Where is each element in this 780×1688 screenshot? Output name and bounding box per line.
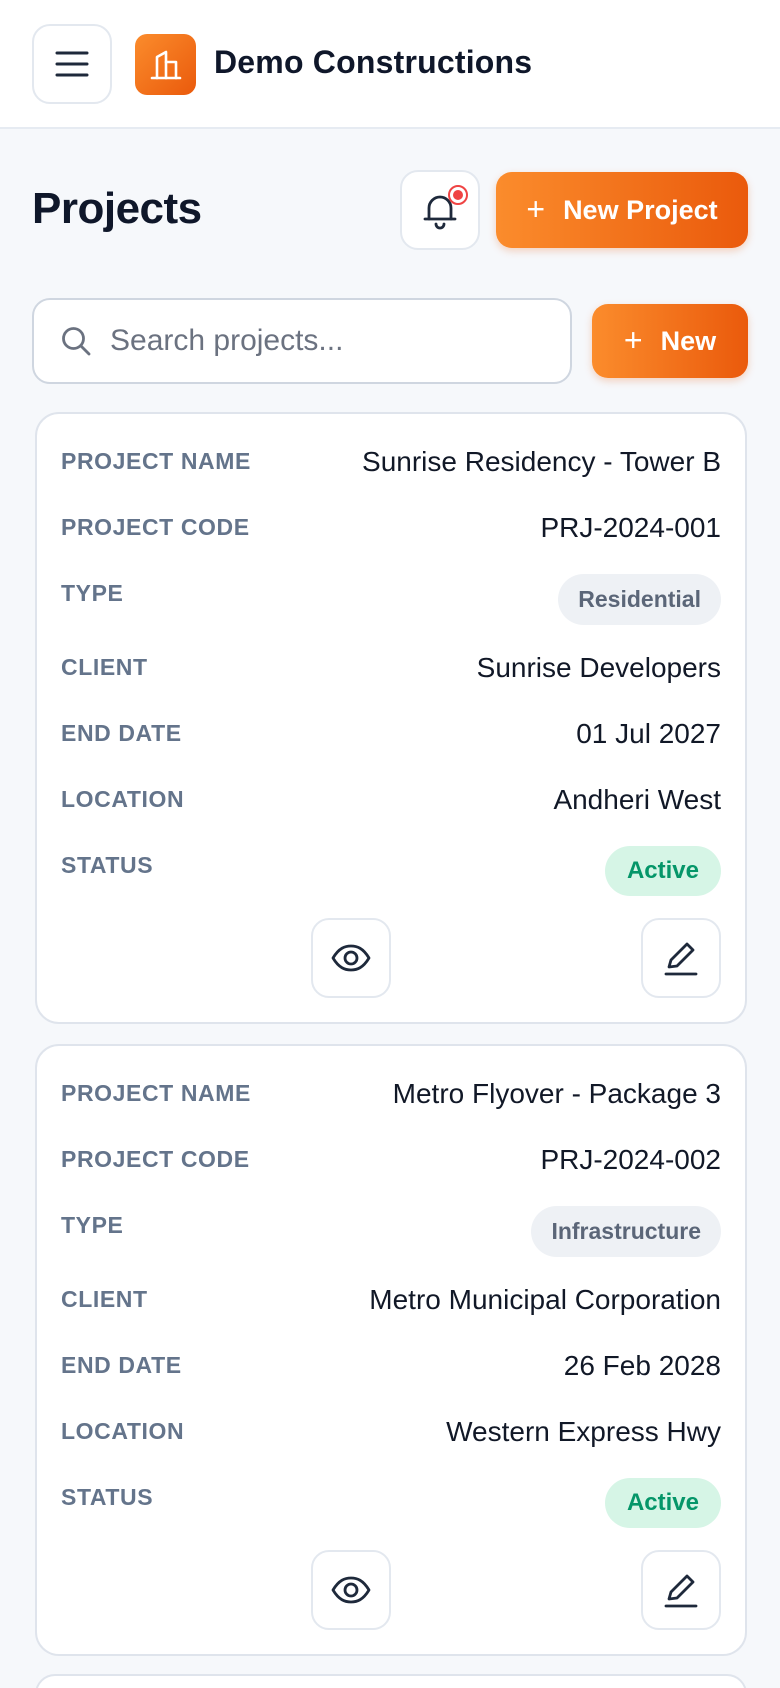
project-name-row: PROJECT NAME Sunrise Residency - Tower B bbox=[61, 446, 721, 478]
status-badge: Active bbox=[604, 846, 721, 896]
company-name: Demo Constructions bbox=[214, 44, 533, 80]
project-code-row: PROJECT CODE PRJ-2024-001 bbox=[61, 512, 721, 544]
end-date-value: 26 Feb 2028 bbox=[563, 1350, 721, 1381]
status-badge: Active bbox=[604, 1478, 721, 1528]
pencil-icon bbox=[663, 1571, 699, 1609]
hamburger-icon bbox=[55, 49, 89, 79]
location-label: LOCATION bbox=[61, 786, 185, 812]
new-project-label: New Project bbox=[563, 194, 718, 225]
pencil-icon bbox=[663, 939, 699, 977]
view-button[interactable] bbox=[311, 918, 391, 998]
view-button[interactable] bbox=[311, 1550, 391, 1630]
project-card: PROJECT NAME Sunrise Residency - Tower B… bbox=[35, 412, 747, 1024]
client-value: Sunrise Developers bbox=[476, 652, 721, 683]
project-card bbox=[35, 1674, 747, 1688]
search-box[interactable] bbox=[32, 298, 572, 384]
client-value: Metro Municipal Corporation bbox=[369, 1284, 721, 1315]
client-label: CLIENT bbox=[61, 654, 148, 680]
notifications-button[interactable] bbox=[400, 170, 480, 250]
plus-icon: + bbox=[526, 190, 546, 227]
project-code-label: PROJECT CODE bbox=[61, 514, 250, 540]
project-code-value: PRJ-2024-002 bbox=[540, 1144, 721, 1175]
edit-button[interactable] bbox=[641, 918, 721, 998]
project-code-row: PROJECT CODE PRJ-2024-002 bbox=[61, 1144, 721, 1176]
status-label: STATUS bbox=[61, 1484, 154, 1510]
page-title: Projects bbox=[32, 184, 202, 233]
type-badge: Residential bbox=[558, 574, 721, 625]
client-row: CLIENT Metro Municipal Corporation bbox=[61, 1284, 721, 1316]
plus-icon: + bbox=[623, 321, 643, 358]
project-name-label: PROJECT NAME bbox=[61, 448, 251, 474]
type-label: TYPE bbox=[61, 1212, 124, 1238]
project-name-value: Sunrise Residency - Tower B bbox=[362, 446, 721, 477]
project-name-value: Metro Flyover - Package 3 bbox=[392, 1078, 721, 1109]
project-card: PROJECT NAME Metro Flyover - Package 3 P… bbox=[35, 1044, 747, 1656]
new-project-button[interactable]: + New Project bbox=[496, 172, 748, 248]
building-icon bbox=[149, 49, 183, 81]
search-input[interactable] bbox=[110, 324, 530, 358]
client-label: CLIENT bbox=[61, 1286, 148, 1312]
status-row: STATUS Active bbox=[61, 1478, 721, 1528]
company-logo bbox=[135, 34, 196, 95]
edit-button[interactable] bbox=[641, 1550, 721, 1630]
end-date-label: END DATE bbox=[61, 720, 182, 746]
status-label: STATUS bbox=[61, 852, 154, 878]
project-name-label: PROJECT NAME bbox=[61, 1080, 251, 1106]
project-name-row: PROJECT NAME Metro Flyover - Package 3 bbox=[61, 1078, 721, 1110]
top-bar: Demo Constructions bbox=[0, 0, 780, 129]
new-button[interactable]: + New bbox=[592, 304, 748, 378]
location-label: LOCATION bbox=[61, 1418, 185, 1444]
location-row: LOCATION Western Express Hwy bbox=[61, 1416, 721, 1448]
end-date-row: END DATE 01 Jul 2027 bbox=[61, 718, 721, 750]
status-row: STATUS Active bbox=[61, 846, 721, 896]
menu-button[interactable] bbox=[32, 24, 112, 104]
eye-icon bbox=[331, 943, 371, 973]
location-value: Andheri West bbox=[553, 784, 721, 815]
type-badge: Infrastructure bbox=[531, 1206, 721, 1257]
end-date-row: END DATE 26 Feb 2028 bbox=[61, 1350, 721, 1382]
end-date-label: END DATE bbox=[61, 1352, 182, 1378]
location-value: Western Express Hwy bbox=[446, 1416, 721, 1447]
new-label: New bbox=[660, 325, 717, 356]
project-code-label: PROJECT CODE bbox=[61, 1146, 250, 1172]
type-row: TYPE Infrastructure bbox=[61, 1206, 721, 1257]
client-row: CLIENT Sunrise Developers bbox=[61, 652, 721, 684]
location-row: LOCATION Andheri West bbox=[61, 784, 721, 816]
eye-icon bbox=[331, 1575, 371, 1605]
search-icon bbox=[60, 325, 92, 357]
notification-badge bbox=[448, 185, 468, 205]
type-label: TYPE bbox=[61, 580, 124, 606]
type-row: TYPE Residential bbox=[61, 574, 721, 625]
project-code-value: PRJ-2024-001 bbox=[540, 512, 721, 543]
end-date-value: 01 Jul 2027 bbox=[576, 718, 721, 749]
